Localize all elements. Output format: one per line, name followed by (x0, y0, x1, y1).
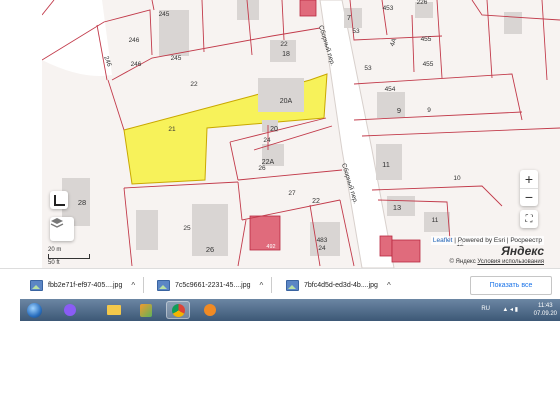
parcel-label-20: 20 (270, 126, 278, 133)
taskbar-app-chrome[interactable] (166, 301, 190, 319)
expand-icon: ⛶ (525, 213, 533, 225)
chrome-icon (171, 303, 185, 317)
download-item[interactable]: 7c5c9661-2231-45....jpg ^ (157, 276, 273, 294)
parcel-label-18: 18 (282, 51, 290, 58)
expand-button[interactable]: ⛶ (520, 210, 538, 228)
download-item[interactable]: 7bfc4d5d-ed3d-4b....jpg ^ (286, 276, 391, 294)
parcel-label-20a: 20А (280, 98, 293, 105)
leaflet-link[interactable]: Leaflet (433, 237, 453, 244)
yandex-logo: Яндекс (501, 244, 544, 258)
parcel-boundaries (42, 0, 560, 267)
clock-date: 07.09.20 (533, 311, 557, 317)
assistant-icon (64, 304, 76, 316)
parcel-label-454: 454 (385, 86, 396, 93)
parcel-label-53: 53 (352, 28, 360, 35)
chevron-up-icon[interactable]: ^ (131, 281, 135, 290)
parcel-label-9: 9 (397, 106, 401, 115)
start-button[interactable] (22, 301, 46, 319)
zoom-control: + − (520, 170, 538, 206)
parcel-label-22-a: 22 (280, 41, 288, 48)
image-file-icon (286, 279, 299, 291)
parcel-label-25: 25 (183, 225, 191, 232)
play-icon (204, 304, 216, 316)
parcel-label-226: 226 (417, 0, 428, 6)
parcel-label-245: 245 (159, 11, 170, 18)
yandex-copyright: © Яндекс (449, 259, 476, 265)
clock[interactable]: 11:43 07.09.20 (534, 302, 557, 318)
attribution-text: | Powered by Esri | Росреестр (454, 237, 542, 244)
parcel-label-10: 10 (453, 175, 461, 182)
parcel-label-245-b: 245 (171, 55, 182, 62)
parcel-label-455: 455 (421, 36, 432, 43)
scale-imperial: 50 ft (48, 260, 60, 266)
parcel-label-246-c: 246 (131, 61, 142, 68)
parcel-label-24: 24 (263, 137, 271, 144)
parcel-label-28: 28 (78, 198, 86, 207)
parcel-label-26-b: 26 (206, 245, 214, 254)
gallery-icon (140, 303, 152, 317)
parcel-label-26: 26 (258, 165, 266, 172)
image-file-icon (30, 279, 43, 291)
parcel-label-22-c: 22 (312, 198, 320, 205)
crop-icon (53, 194, 65, 206)
chevron-up-icon[interactable]: ^ (387, 281, 391, 290)
parcel-label-53-b: 53 (364, 65, 372, 72)
layers-icon (50, 218, 64, 228)
taskbar-app-explorer[interactable] (102, 301, 126, 319)
taskbar-app-gallery[interactable] (134, 301, 158, 319)
language-indicator[interactable]: RU (481, 306, 490, 312)
yandex-terms-link[interactable]: Условия использования (477, 259, 544, 265)
parcel-label-24-b: 24 (318, 245, 326, 252)
layers-control[interactable] (50, 217, 74, 241)
zoom-in-button[interactable]: + (520, 170, 538, 189)
parcel-label-7: 7 (347, 13, 351, 22)
parcel-label-246: 246 (129, 37, 140, 44)
parcel-label-492: 492 (266, 244, 275, 250)
show-all-button[interactable]: Показать все (470, 276, 552, 295)
cadastral-map[interactable]: 245 246 246 246 245 22 22 21 20А 20 24 2… (42, 0, 560, 268)
parcel-label-13: 13 (393, 203, 401, 212)
download-filename: fbb2e71f-ef97-405....jpg (48, 281, 123, 289)
fullscreen-control[interactable] (50, 191, 68, 209)
download-filename: 7c5c9661-2231-45....jpg (175, 281, 251, 289)
parcel-label-455-b: 455 (423, 61, 434, 68)
scale-bar: 20 m 50 ft (48, 246, 90, 267)
parcel-label-4a: 4А (389, 37, 399, 47)
taskbar-app-media-player[interactable] (198, 301, 222, 319)
downloads-bar: fbb2e71f-ef97-405....jpg ^ 7c5c9661-2231… (0, 268, 560, 300)
scale-metric: 20 m (48, 247, 62, 253)
map-view[interactable]: 245 246 246 246 245 22 22 21 20А 20 24 2… (42, 0, 560, 268)
parcel-label-21: 21 (168, 126, 176, 133)
system-tray: RU ▲ ◂ ▮ 11:43 07.09.20 (450, 299, 560, 321)
download-filename: 7bfc4d5d-ed3d-4b....jpg (304, 281, 378, 289)
parcel-label-9-b: 9 (427, 107, 431, 114)
download-item[interactable]: fbb2e71f-ef97-405....jpg ^ (30, 276, 145, 294)
tray-icons: ▲ ◂ ▮ (502, 307, 518, 313)
chevron-up-icon[interactable]: ^ (260, 281, 264, 290)
parcel-label-27: 27 (288, 190, 296, 197)
clock-time: 11:43 (538, 303, 553, 309)
parcel-label-453: 453 (383, 5, 394, 12)
parcel-label-11: 11 (382, 160, 390, 169)
parcel-label-22: 22 (190, 81, 198, 88)
windows-orb-icon (26, 302, 42, 318)
image-file-icon (157, 279, 170, 291)
zoom-out-button[interactable]: − (520, 189, 538, 207)
parcel-label-483: 483 (317, 237, 328, 244)
taskbar-app-assistant[interactable] (58, 301, 82, 319)
yandex-terms: © Яндекс Условия использования (449, 259, 544, 265)
folder-icon (107, 305, 121, 315)
parcel-label-11-b: 11 (432, 217, 439, 224)
taskbar: RU ▲ ◂ ▮ 11:43 07.09.20 (20, 299, 560, 321)
side-road (42, 0, 112, 76)
